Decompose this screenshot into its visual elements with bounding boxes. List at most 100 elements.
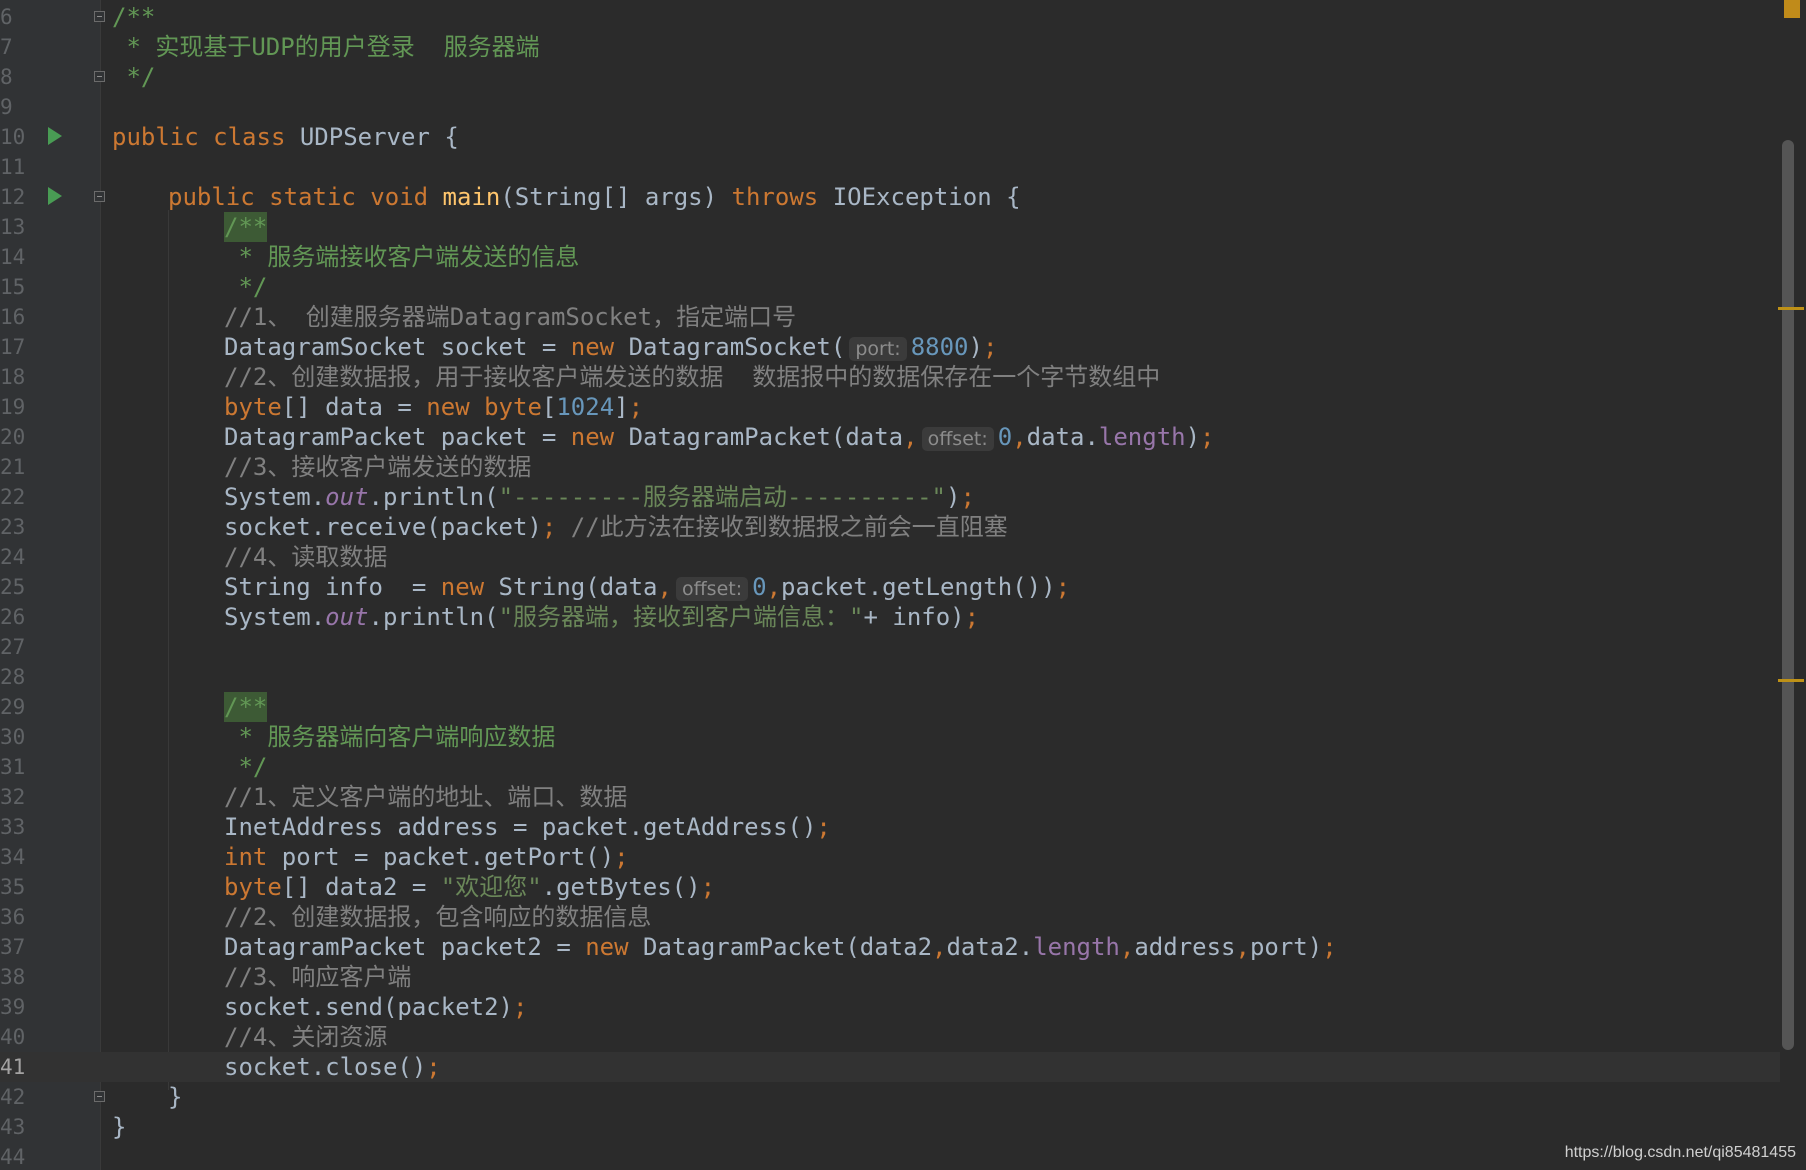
line-number: 13 bbox=[0, 215, 26, 239]
code-editor[interactable]: 6 /** 7 * 实现基于UDP的用户登录 服务器端 8 */ 9 10 pu… bbox=[0, 0, 1806, 1170]
code-statement: socket.close(); bbox=[224, 1053, 441, 1081]
code-line[interactable]: 28 bbox=[0, 662, 1780, 692]
code-line[interactable]: 42 } bbox=[0, 1082, 1780, 1112]
code-line[interactable]: 14 * 服务端接收客户端发送的信息 bbox=[0, 242, 1780, 272]
code-line[interactable]: 33 InetAddress address = packet.getAddre… bbox=[0, 812, 1780, 842]
code-line[interactable]: 36 //2、创建数据报，包含响应的数据信息 bbox=[0, 902, 1780, 932]
line-number: 41 bbox=[0, 1055, 26, 1079]
warning-marker[interactable] bbox=[1778, 307, 1804, 310]
line-number: 7 bbox=[0, 35, 13, 59]
doc-comment: * 服务端接收客户端发送的信息 bbox=[224, 243, 580, 271]
line-comment: //2、创建数据报，用于接收客户端发送的数据 数据报中的数据保存在一个字节数组中 bbox=[224, 363, 1161, 391]
current-code-line[interactable]: 41 socket.close(); bbox=[0, 1052, 1780, 1082]
code-statement: DatagramSocket socket = new DatagramSock… bbox=[224, 333, 998, 361]
code-statement: System.out.println("---------服务器端启动-----… bbox=[224, 483, 975, 511]
fold-icon[interactable] bbox=[94, 1091, 105, 1102]
code-line[interactable]: 39 socket.send(packet2); bbox=[0, 992, 1780, 1022]
method-declaration: public static void main(String[] args) t… bbox=[168, 183, 1021, 211]
line-number: 31 bbox=[0, 755, 26, 779]
code-line[interactable]: 13 /** bbox=[0, 212, 1780, 242]
doc-comment: */ bbox=[224, 753, 268, 781]
line-comment: //4、读取数据 bbox=[224, 543, 388, 571]
code-line[interactable]: 11 bbox=[0, 152, 1780, 182]
doc-comment: /** bbox=[224, 692, 268, 722]
code-line[interactable]: 24 //4、读取数据 bbox=[0, 542, 1780, 572]
doc-comment: * 实现基于UDP的用户登录 服务器端 bbox=[112, 33, 540, 61]
line-comment: //3、响应客户端 bbox=[224, 963, 412, 991]
warning-marker[interactable] bbox=[1778, 679, 1804, 682]
code-line[interactable]: 25 String info = new String(data, offset:… bbox=[0, 572, 1780, 602]
code-line[interactable]: 15 */ bbox=[0, 272, 1780, 302]
line-number: 24 bbox=[0, 545, 26, 569]
vertical-scrollbar[interactable] bbox=[1780, 0, 1796, 1170]
line-number: 42 bbox=[0, 1085, 26, 1109]
code-line[interactable]: 17 DatagramSocket socket = new DatagramS… bbox=[0, 332, 1780, 362]
run-icon[interactable] bbox=[48, 127, 62, 145]
line-number: 32 bbox=[0, 785, 26, 809]
code-line[interactable]: 19 byte[] data = new byte[1024]; bbox=[0, 392, 1780, 422]
code-line[interactable]: 26 System.out.println("服务器端，接收到客户端信息："+ … bbox=[0, 602, 1780, 632]
code-line[interactable]: 20 DatagramPacket packet = new DatagramP… bbox=[0, 422, 1780, 452]
code-line[interactable]: 32 //1、定义客户端的地址、端口、数据 bbox=[0, 782, 1780, 812]
code-line[interactable]: 10 public class UDPServer { bbox=[0, 122, 1780, 152]
code-line[interactable]: 18 //2、创建数据报，用于接收客户端发送的数据 数据报中的数据保存在一个字节… bbox=[0, 362, 1780, 392]
line-comment: //3、接收客户端发送的数据 bbox=[224, 453, 532, 481]
code-line[interactable]: 12 public static void main(String[] args… bbox=[0, 182, 1780, 212]
line-number: 44 bbox=[0, 1145, 26, 1169]
code-statement: int port = packet.getPort(); bbox=[224, 843, 629, 871]
line-number: 26 bbox=[0, 605, 26, 629]
code-line[interactable]: 43 } bbox=[0, 1112, 1780, 1142]
watermark: https://blog.csdn.net/qi85481455 bbox=[1564, 1144, 1796, 1161]
scrollbar-thumb[interactable] bbox=[1782, 140, 1794, 1050]
code-line[interactable]: 9 bbox=[0, 92, 1780, 122]
class-declaration: public class UDPServer { bbox=[112, 123, 459, 151]
line-number: 14 bbox=[0, 245, 26, 269]
line-number: 28 bbox=[0, 665, 26, 689]
code-line[interactable]: 8 */ bbox=[0, 62, 1780, 92]
line-number: 40 bbox=[0, 1025, 26, 1049]
fold-icon[interactable] bbox=[94, 11, 105, 22]
code-line[interactable]: 7 * 实现基于UDP的用户登录 服务器端 bbox=[0, 32, 1780, 62]
code-statement: socket.receive(packet); //此方法在接收到数据报之前会一… bbox=[224, 513, 1008, 541]
line-comment: //4、关闭资源 bbox=[224, 1023, 388, 1051]
code-line[interactable]: 34 int port = packet.getPort(); bbox=[0, 842, 1780, 872]
line-number: 16 bbox=[0, 305, 26, 329]
line-number: 11 bbox=[0, 155, 26, 179]
line-number: 19 bbox=[0, 395, 26, 419]
line-number: 9 bbox=[0, 95, 13, 119]
fold-icon[interactable] bbox=[94, 71, 105, 82]
line-number: 35 bbox=[0, 875, 26, 899]
code-statement: DatagramPacket packet = new DatagramPack… bbox=[224, 423, 1215, 451]
code-line[interactable]: 6 /** bbox=[0, 2, 1780, 32]
line-number: 37 bbox=[0, 935, 26, 959]
line-number: 8 bbox=[0, 65, 13, 89]
code-line[interactable]: 21 //3、接收客户端发送的数据 bbox=[0, 452, 1780, 482]
code-statement: System.out.println("服务器端，接收到客户端信息："+ inf… bbox=[224, 603, 980, 631]
code-statement: byte[] data = new byte[1024]; bbox=[224, 393, 644, 421]
code-line[interactable]: 37 DatagramPacket packet2 = new Datagram… bbox=[0, 932, 1780, 962]
code-line[interactable]: 40 //4、关闭资源 bbox=[0, 1022, 1780, 1052]
doc-comment: */ bbox=[112, 63, 156, 91]
line-number: 34 bbox=[0, 845, 26, 869]
code-line[interactable]: 38 //3、响应客户端 bbox=[0, 962, 1780, 992]
run-icon[interactable] bbox=[48, 187, 62, 205]
line-number: 22 bbox=[0, 485, 26, 509]
code-line[interactable]: 22 System.out.println("---------服务器端启动--… bbox=[0, 482, 1780, 512]
code-line[interactable]: 30 * 服务器端向客户端响应数据 bbox=[0, 722, 1780, 752]
code-line[interactable]: 31 */ bbox=[0, 752, 1780, 782]
code-line[interactable]: 16 //1、 创建服务器端DatagramSocket，指定端口号 bbox=[0, 302, 1780, 332]
line-comment: //1、 创建服务器端DatagramSocket，指定端口号 bbox=[224, 303, 797, 331]
code-line[interactable]: 23 socket.receive(packet); //此方法在接收到数据报之… bbox=[0, 512, 1780, 542]
line-number: 10 bbox=[0, 125, 26, 149]
code-line[interactable]: 27 bbox=[0, 632, 1780, 662]
code-line[interactable]: 44 bbox=[0, 1142, 1780, 1170]
fold-icon[interactable] bbox=[94, 191, 105, 202]
line-number: 29 bbox=[0, 695, 26, 719]
code-statement: byte[] data2 = "欢迎您".getBytes(); bbox=[224, 873, 716, 901]
doc-comment: * 服务器端向客户端响应数据 bbox=[224, 723, 556, 751]
line-number: 25 bbox=[0, 575, 26, 599]
code-line[interactable]: 29 /** bbox=[0, 692, 1780, 722]
code-statement: String info = new String(data, offset: 0,p… bbox=[224, 573, 1071, 601]
code-line[interactable]: 35 byte[] data2 = "欢迎您".getBytes(); bbox=[0, 872, 1780, 902]
line-number: 23 bbox=[0, 515, 26, 539]
